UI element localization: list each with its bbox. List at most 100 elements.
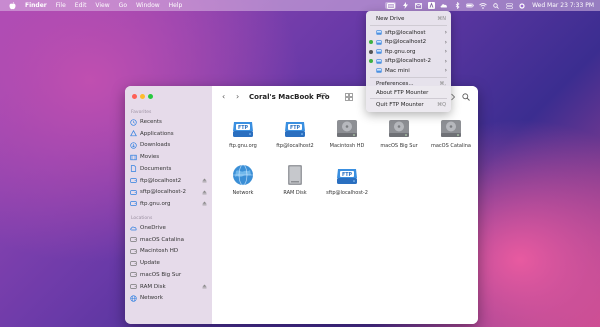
eject-icon[interactable] [202,284,207,289]
ftp-mounter-menu-icon[interactable] [385,2,397,9]
menu-view[interactable]: View [95,2,109,9]
eject-icon[interactable] [202,190,207,195]
wifi-icon[interactable] [479,2,487,9]
sidebar-heading-favorites: Favorites [131,110,152,115]
eject-icon[interactable] [202,201,207,206]
menu-window[interactable]: Window [136,2,160,9]
disk-icon [130,248,137,255]
battery-icon[interactable] [466,2,474,9]
svg-text:FTP: FTP [342,172,353,178]
file-item-network[interactable]: Network [217,163,269,196]
ftp-drive-icon: FTP [335,163,359,187]
apple-icon[interactable] [8,1,16,10]
finder-sidebar: Favorites Recents Applications Downloads Mov… [125,86,212,324]
menubar-clock[interactable]: Wed Mar 23 7:33 PM [532,2,594,9]
menu-item-server-sftp-localhost-2[interactable]: sftp@localhost-2 › [366,57,451,66]
disk-icon [130,236,137,243]
menu-file[interactable]: File [56,2,66,9]
mail-icon[interactable] [414,2,422,9]
file-item-sftp-localhost-2[interactable]: FTP sftp@localhost-2 [321,163,373,196]
menu-item-new-drive[interactable]: New Drive ⌘N [366,14,451,23]
menu-item-server-ftp-gnu-org[interactable]: ftp.gnu.org › [366,47,451,56]
hard-disk-icon [335,116,359,140]
file-label: macOS Catalina [431,143,471,149]
sidebar-item-macos-catalina[interactable]: macOS Catalina [130,235,207,245]
sidebar-item-label: macOS Big Sur [140,271,182,278]
new-drive-label: New Drive [376,15,405,22]
server-drive-icon [376,30,382,35]
sidebar-item-label: Applications [140,130,174,137]
file-item-macos-big-sur[interactable]: macOS Big Sur [373,116,425,149]
file-label: Macintosh HD [329,143,365,149]
menu-app-finder[interactable]: Finder [25,2,47,9]
menu-item-server-ftp-localhost2[interactable]: ftp@localhost2 › [366,38,451,47]
sidebar-item-macintosh-hd[interactable]: Macintosh HD [130,246,207,256]
zoom-button[interactable] [148,94,153,99]
chevron-right-icon: › [444,29,447,36]
quit-shortcut: ⌘Q [437,101,446,108]
menu-item-server-sftp-localhost[interactable]: sftp@localhost › [366,28,451,37]
bluetooth-icon[interactable] [453,2,461,9]
cloud-icon [130,225,137,232]
menu-item-about[interactable]: About FTP Mounter [366,88,451,97]
sidebar-item-onedrive[interactable]: OneDrive [130,223,207,233]
menu-go[interactable]: Go [119,2,127,9]
sidebar-item-network[interactable]: Network [130,293,207,303]
back-chevron-icon[interactable]: ‹ [222,92,225,101]
sidebar-item-update[interactable]: Update [130,258,207,268]
menu-edit[interactable]: Edit [75,2,87,9]
sidebar-item-movies[interactable]: Movies [130,152,207,162]
sidebar-item-macos-big-sur[interactable]: macOS Big Sur [130,270,207,280]
file-item-ftp-gnu-org[interactable]: FTP ftp.gnu.org [217,116,269,149]
overflow-chevron-icon[interactable] [450,93,460,101]
sidebar-item-ram-disk[interactable]: RAM Disk [130,282,207,292]
file-item-macos-catalina[interactable]: macOS Catalina [425,116,477,149]
close-button[interactable] [132,94,137,99]
file-item-macintosh-hd[interactable]: Macintosh HD [321,116,373,149]
sidebar-item-ftp-gnu-org[interactable]: ftp.gnu.org [130,199,207,209]
airdrop-icon[interactable] [318,92,328,101]
status-dot [369,59,373,63]
sidebar-item-label: ftp@localhost2 [140,177,182,184]
sidebar-item-recents[interactable]: Recents [130,117,207,127]
sidebar-item-label: sftp@localhost-2 [140,189,187,196]
file-label: RAM Disk [283,190,307,196]
font-icon[interactable] [427,2,435,9]
sidebar-item-sftp-localhost-2[interactable]: sftp@localhost-2 [130,187,207,197]
control-center-icon[interactable] [505,2,513,9]
drive-icon [130,189,137,196]
file-item-ram-disk[interactable]: RAM Disk [269,163,321,196]
file-item-ftp-localhost2[interactable]: FTP ftp@localhost2 [269,116,321,149]
eject-icon[interactable] [202,178,207,183]
file-label: ftp@localhost2 [276,143,314,149]
finder-content: ‹ › Coral's MacBook Pro FTP ftp.gnu.org FT… [212,86,478,324]
bolt-icon[interactable] [401,2,409,9]
chevron-right-icon: › [444,38,447,46]
server-label: sftp@localhost [385,29,426,36]
sidebar-item-applications[interactable]: Applications [130,129,207,139]
sidebar-item-documents[interactable]: Documents [130,164,207,174]
onedrive-icon[interactable] [440,2,448,9]
globe-icon [130,295,137,302]
search-icon[interactable] [462,93,472,101]
server-drive-icon [376,68,382,73]
sidebar-item-label: Movies [140,154,160,161]
drive-icon [130,200,137,207]
spotlight-search-icon[interactable] [492,2,500,9]
download-icon [130,142,137,149]
sidebar-item-downloads[interactable]: Downloads [130,140,207,150]
menu-item-server-mac-mini[interactable]: Mac mini › [366,66,451,75]
view-grid-icon[interactable] [345,93,355,101]
server-label: ftp.gnu.org [385,48,416,55]
applications-icon [130,130,137,137]
forward-chevron-icon[interactable]: › [236,92,239,101]
sidebar-item-label: RAM Disk [140,283,166,290]
menu-item-quit[interactable]: Quit FTP Mounter ⌘Q [366,100,451,109]
menu-item-preferences[interactable]: Preferences... ⌘, [366,79,451,88]
menu-help[interactable]: Help [169,2,183,9]
server-drive-icon [376,49,382,54]
disk-icon [130,271,137,278]
siri-icon[interactable] [518,2,526,9]
minimize-button[interactable] [140,94,145,99]
sidebar-item-ftp-localhost2[interactable]: ftp@localhost2 [130,176,207,186]
